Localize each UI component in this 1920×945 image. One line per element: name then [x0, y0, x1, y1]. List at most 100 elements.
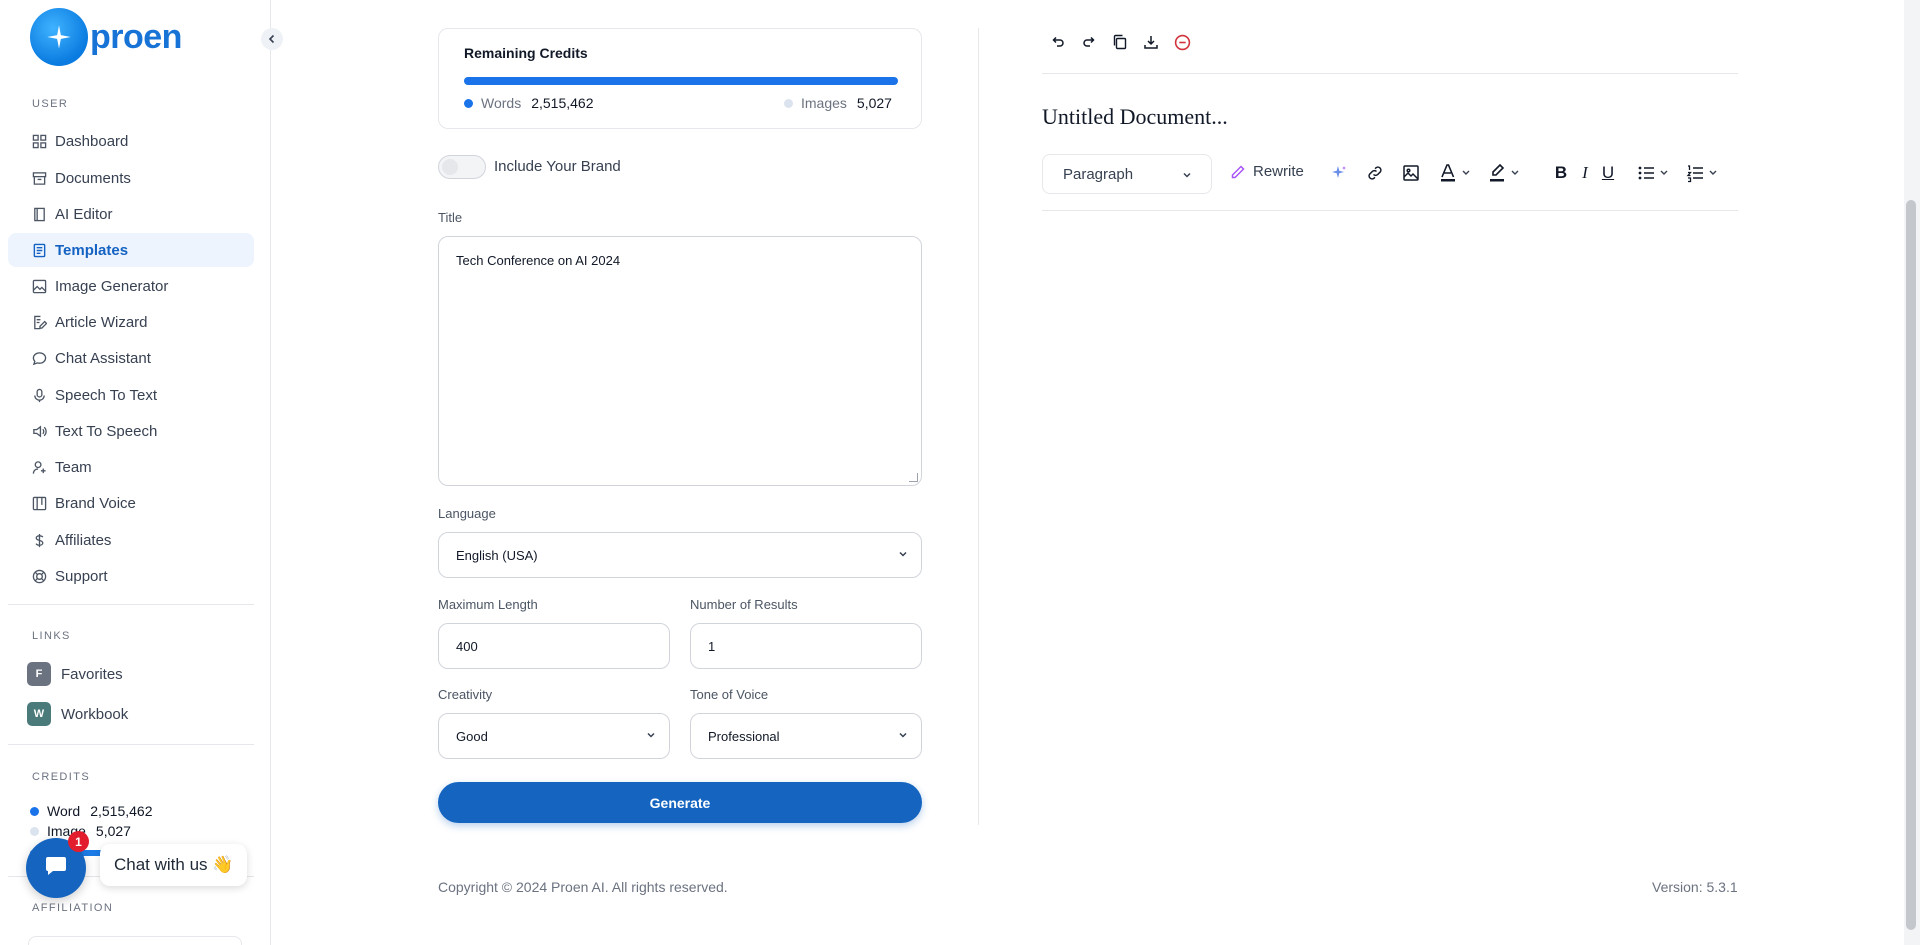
sidebar-item-affiliates[interactable]: Affiliates	[8, 523, 254, 557]
include-brand-toggle[interactable]	[438, 155, 486, 179]
block-format-select[interactable]: Paragraph	[1042, 154, 1212, 194]
dollar-icon	[31, 532, 47, 548]
sidebar-item-speech-to-text[interactable]: Speech To Text	[8, 378, 254, 412]
credits-legend-words: Words 2,515,462	[464, 95, 594, 111]
sidebar-item-support[interactable]: Support	[8, 559, 254, 593]
sidebar-item-image-generator[interactable]: Image Generator	[8, 269, 254, 303]
sidebar-item-label: Speech To Text	[55, 386, 158, 404]
chevron-down-icon	[645, 729, 657, 744]
insert-image-icon[interactable]	[1400, 162, 1422, 184]
file-edit-icon	[31, 314, 47, 330]
favorites-badge: F	[27, 662, 51, 686]
sidebar-item-label: Chat Assistant	[55, 349, 151, 367]
sidebar-item-label: Documents	[55, 169, 131, 187]
section-label-credits: CREDITS	[32, 771, 91, 783]
sidebar: proen USER Dashboard Documents AI Editor…	[0, 0, 271, 945]
title-textarea[interactable]: Tech Conference on AI 2024	[438, 236, 922, 486]
tone-value: Professional	[708, 728, 780, 744]
download-icon[interactable]	[1141, 32, 1161, 52]
editor-action-bar	[1048, 32, 1192, 52]
speaker-icon	[31, 423, 47, 439]
grid-icon	[31, 133, 47, 149]
page-scrollbar-thumb[interactable]	[1906, 200, 1916, 930]
results-value: 1	[708, 638, 716, 654]
remaining-credits-title: Remaining Credits	[464, 45, 588, 61]
creativity-label: Creativity	[438, 687, 493, 702]
sidebar-item-article-wizard[interactable]: Article Wizard	[8, 305, 254, 339]
rewrite-button[interactable]: Rewrite	[1230, 163, 1304, 180]
results-label: Number of Results	[690, 597, 798, 612]
undo-icon[interactable]	[1048, 32, 1068, 52]
document-title[interactable]: Untitled Document...	[1042, 104, 1228, 130]
sidebar-item-label: Image Generator	[55, 277, 169, 295]
sidebar-collapse-button[interactable]	[261, 28, 283, 50]
title-label: Title	[438, 210, 463, 225]
clear-icon[interactable]	[1172, 32, 1192, 52]
link-icon[interactable]	[1364, 162, 1386, 184]
section-label-links: LINKS	[32, 630, 71, 642]
sidebar-item-chat-assistant[interactable]: Chat Assistant	[8, 341, 254, 375]
bullet-list-icon[interactable]	[1636, 162, 1676, 184]
link-item-workbook[interactable]: W Workbook	[27, 702, 128, 726]
chat-icon	[45, 856, 67, 881]
creativity-select[interactable]: Good	[438, 713, 670, 759]
language-value: English (USA)	[456, 547, 538, 563]
brand-logo[interactable]: proen	[30, 8, 182, 66]
sidebar-item-brand-voice[interactable]: Brand Voice	[8, 486, 254, 520]
section-label-affiliation: AFFILIATION	[32, 902, 114, 914]
ai-sparkle-icon[interactable]	[1328, 162, 1350, 184]
sidebar-item-team[interactable]: Team	[8, 450, 254, 484]
credit-word-value: 2,515,462	[90, 803, 153, 819]
sidebar-item-dashboard[interactable]: Dashboard	[8, 124, 254, 158]
sidebar-item-ai-editor[interactable]: AI Editor	[8, 197, 254, 231]
lifebuoy-icon	[31, 568, 47, 584]
max-length-input[interactable]: 400	[438, 623, 670, 669]
footer-copyright: Copyright © 2024 Proen AI. All rights re…	[438, 879, 728, 895]
sidebar-item-templates[interactable]: Templates	[8, 233, 254, 267]
credit-word-label: Word	[47, 803, 81, 819]
column-divider	[978, 28, 979, 825]
numbered-list-icon[interactable]	[1685, 162, 1725, 184]
tone-select[interactable]: Professional	[690, 713, 922, 759]
mic-icon	[31, 387, 47, 403]
redo-icon[interactable]	[1079, 32, 1099, 52]
editor-toolbar-separator	[1042, 210, 1738, 211]
sidebar-item-label: Text To Speech	[55, 422, 158, 440]
italic-icon[interactable]: I	[1575, 162, 1595, 184]
link-label: Favorites	[61, 665, 123, 683]
sidebar-item-text-to-speech[interactable]: Text To Speech	[8, 414, 254, 448]
block-format-value: Paragraph	[1063, 165, 1134, 183]
credit-image-value: 5,027	[95, 823, 131, 839]
sidebar-item-label: Templates	[55, 241, 129, 259]
generate-button[interactable]: Generate	[438, 782, 922, 823]
underline-icon[interactable]: U	[1598, 162, 1618, 184]
words-dot	[464, 98, 473, 108]
images-value: 5,027	[856, 95, 892, 111]
chevron-down-icon	[897, 548, 909, 563]
sidebar-item-documents[interactable]: Documents	[8, 161, 254, 195]
sidebar-item-label: Support	[55, 567, 108, 585]
affiliation-box[interactable]	[28, 936, 242, 945]
remaining-credits-card: Remaining Credits Words 2,515,462 Images…	[438, 28, 922, 129]
notebook-icon	[31, 206, 47, 222]
copy-icon[interactable]	[1110, 32, 1130, 52]
chat-with-us-label[interactable]: Chat with us 👋	[100, 844, 248, 886]
image-dot	[30, 826, 39, 836]
sidebar-divider	[8, 744, 254, 745]
highlight-color-icon[interactable]	[1487, 162, 1527, 184]
chevron-down-icon	[1181, 168, 1193, 185]
sparkle-logo-icon	[30, 8, 88, 66]
link-item-favorites[interactable]: F Favorites	[27, 662, 123, 686]
text-color-icon[interactable]	[1438, 162, 1478, 184]
editor-separator	[1042, 73, 1738, 74]
bold-icon[interactable]: B	[1551, 162, 1571, 184]
title-value: Tech Conference on AI 2024	[456, 253, 621, 268]
chevron-down-icon	[897, 729, 909, 744]
images-dot	[784, 98, 793, 108]
language-select[interactable]: English (USA)	[438, 532, 922, 578]
pen-icon	[1230, 164, 1246, 180]
results-input[interactable]: 1	[690, 623, 922, 669]
credits-progress-bar	[464, 77, 898, 85]
sidebar-item-label: Brand Voice	[55, 494, 136, 512]
resize-grip-icon[interactable]	[909, 473, 918, 482]
